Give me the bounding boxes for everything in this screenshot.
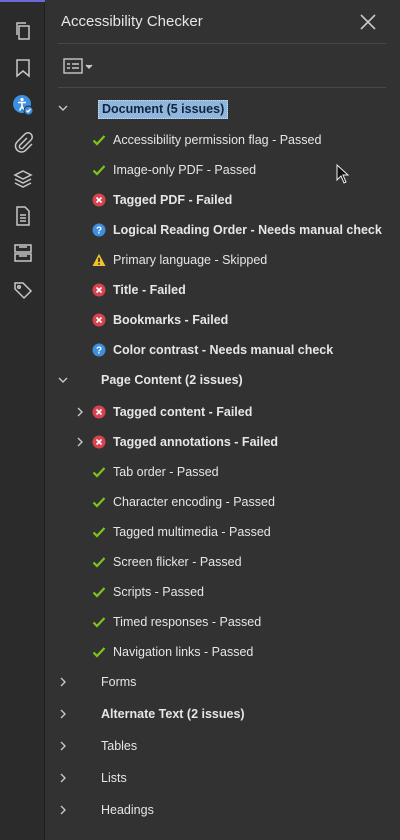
accessibility-check-icon[interactable]: [8, 90, 38, 120]
chevron-right-icon[interactable]: [57, 772, 69, 784]
rail-accent-bar: [0, 0, 45, 2]
section-label: Tables: [101, 739, 138, 753]
chevron-right-icon[interactable]: [57, 676, 69, 688]
check-item[interactable]: Tagged content - Failed: [46, 397, 400, 427]
needs-check-question-icon: ?: [92, 343, 106, 357]
close-icon[interactable]: [358, 12, 378, 32]
check-item[interactable]: Accessibility permission flag - Passed: [46, 125, 400, 155]
check-item[interactable]: Timed responses - Passed: [46, 607, 400, 637]
check-item[interactable]: ? Logical Reading Order - Needs manual ch…: [46, 215, 400, 245]
section-label: Forms: [101, 675, 137, 689]
chevron-right-icon[interactable]: [74, 406, 86, 418]
check-item[interactable]: Navigation links - Passed: [46, 637, 400, 667]
check-item-label: Color contrast - Needs manual check: [113, 343, 334, 357]
check-item[interactable]: Primary language - Skipped: [46, 245, 400, 275]
check-item[interactable]: Title - Failed: [46, 275, 400, 305]
pass-check-icon: [92, 647, 106, 658]
section-collapsed[interactable]: Tables: [46, 731, 400, 761]
check-item-label: Tagged PDF - Failed: [113, 193, 233, 207]
chevron-down-icon[interactable]: [57, 102, 69, 114]
check-item-label: Tagged multimedia - Passed: [113, 525, 271, 539]
check-item-label: Title - Failed: [113, 283, 186, 297]
document-icon[interactable]: [8, 201, 38, 231]
pass-check-icon: [92, 497, 106, 508]
check-item-label: Bookmarks - Failed: [113, 313, 229, 327]
check-item-label: Primary language - Skipped: [113, 253, 268, 267]
check-item-label: Accessibility permission flag - Passed: [113, 133, 322, 147]
section-collapsed[interactable]: Headings: [46, 795, 400, 825]
check-item-label: Character encoding - Passed: [113, 495, 275, 509]
check-item-label: Scripts - Passed: [113, 585, 205, 599]
options-divider: [58, 87, 386, 88]
pass-check-icon: [92, 467, 106, 478]
order-icon[interactable]: [8, 238, 38, 268]
section-collapsed[interactable]: Lists: [46, 763, 400, 793]
chevron-right-icon[interactable]: [74, 436, 86, 448]
pass-check-icon: [92, 135, 106, 146]
check-item-label: Navigation links - Passed: [113, 645, 254, 659]
pass-check-icon: [92, 557, 106, 568]
chevron-right-icon[interactable]: [57, 708, 69, 720]
pass-check-icon: [92, 617, 106, 628]
fail-x-icon: [92, 283, 106, 297]
check-item-label: Timed responses - Passed: [113, 615, 262, 629]
paperclip-icon[interactable]: [8, 127, 38, 157]
section-document[interactable]: Document (5 issues): [46, 93, 400, 123]
chevron-right-icon[interactable]: [57, 740, 69, 752]
check-item[interactable]: Bookmarks - Failed: [46, 305, 400, 335]
section-label: Lists: [101, 771, 127, 785]
fail-x-icon: [92, 405, 106, 419]
section-label: Headings: [101, 803, 154, 817]
skipped-warning-icon: [92, 253, 106, 266]
pages-icon[interactable]: [8, 16, 38, 46]
check-item-label: Tagged content - Failed: [113, 405, 253, 419]
svg-text:?: ?: [96, 346, 102, 357]
check-item[interactable]: Tab order - Passed: [46, 457, 400, 487]
pass-check-icon: [92, 587, 106, 598]
layers-icon[interactable]: [8, 164, 38, 194]
mouse-cursor-icon: [336, 164, 350, 184]
tag-icon[interactable]: [8, 275, 38, 305]
fail-x-icon: [92, 313, 106, 327]
check-item-label: Tagged annotations - Failed: [113, 435, 279, 449]
title-divider: [58, 43, 386, 44]
fail-x-icon: [92, 435, 106, 449]
tool-rail: [0, 0, 45, 840]
check-item-label: Image-only PDF - Passed: [113, 163, 257, 177]
svg-text:?: ?: [96, 226, 102, 237]
check-item[interactable]: Tagged multimedia - Passed: [46, 517, 400, 547]
pass-check-icon: [92, 165, 106, 176]
accessibility-checker-panel: Accessibility Checker Document (5 issues…: [46, 0, 400, 840]
check-item[interactable]: Tagged PDF - Failed: [46, 185, 400, 215]
check-item[interactable]: Tagged annotations - Failed: [46, 427, 400, 457]
chevron-right-icon[interactable]: [57, 804, 69, 816]
check-item-label: Tab order - Passed: [113, 465, 219, 479]
check-item-label: Screen flicker - Passed: [113, 555, 242, 569]
section-label-document: Document (5 issues): [98, 100, 229, 119]
needs-check-question-icon: ?: [92, 223, 106, 237]
section-page-content[interactable]: Page Content (2 issues): [46, 365, 400, 395]
check-item-label: Logical Reading Order - Needs manual che…: [113, 223, 382, 237]
bookmark-icon[interactable]: [8, 53, 38, 83]
options-menu-icon[interactable]: [62, 55, 96, 77]
check-item[interactable]: Character encoding - Passed: [46, 487, 400, 517]
fail-x-icon: [92, 193, 106, 207]
check-item[interactable]: Screen flicker - Passed: [46, 547, 400, 577]
chevron-down-icon[interactable]: [57, 374, 69, 386]
section-collapsed[interactable]: Forms: [46, 667, 400, 697]
section-label-page-content: Page Content (2 issues): [101, 373, 243, 387]
check-item[interactable]: Scripts - Passed: [46, 577, 400, 607]
pass-check-icon: [92, 527, 106, 538]
check-item[interactable]: ? Color contrast - Needs manual check: [46, 335, 400, 365]
panel-title: Accessibility Checker: [61, 13, 203, 30]
section-label: Alternate Text (2 issues): [101, 707, 245, 721]
section-collapsed[interactable]: Alternate Text (2 issues): [46, 699, 400, 729]
